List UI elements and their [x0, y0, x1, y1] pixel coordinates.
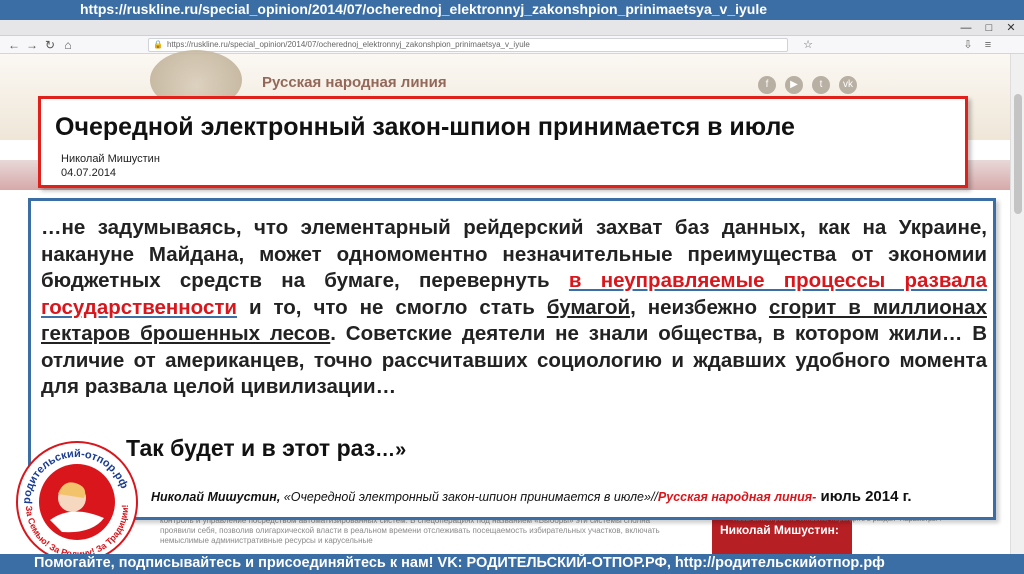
forward-icon[interactable]: → — [24, 37, 40, 53]
site-name[interactable]: Русская народная линия — [262, 74, 447, 91]
address-bar[interactable]: 🔒 https://ruskline.ru/special_opinion/201… — [148, 38, 788, 52]
scroll-thumb[interactable] — [1014, 94, 1022, 214]
downloads-icon[interactable]: ⇩ — [960, 37, 976, 53]
bookmark-star-icon[interactable]: ☆ — [800, 37, 816, 53]
quote-box: …не задумываясь, что элементарный рейдер… — [28, 198, 996, 520]
citation-source: «Очередной электронный закон-шпион прини… — [280, 490, 658, 504]
quote-last-text: Так будет и в этот раз — [126, 435, 376, 461]
bottom-banner: Помогайте, подписывайтесь и присоединяйт… — [0, 554, 1024, 574]
lock-icon: 🔒 — [153, 40, 163, 49]
youtube-icon[interactable]: ▶ — [785, 76, 803, 94]
article-date: 04.07.2014 — [61, 167, 117, 179]
quote-underline-1: бумагой — [546, 295, 631, 319]
article-author: Николай Мишустин — [61, 153, 160, 165]
quote-part-2: и то, что не смогло стать — [236, 295, 547, 319]
close-button[interactable]: ✕ — [1000, 20, 1022, 36]
roditelsky-otpor-logo: родительский-отпор.рф За Семью! За Родин… — [12, 434, 142, 564]
address-text: https://ruskline.ru/special_opinion/2014… — [166, 40, 530, 49]
citation-date: июль 2014 г. — [816, 488, 912, 505]
quote-text: …не задумываясь, что элементарный рейдер… — [41, 215, 987, 401]
article-title-box: Очередной электронный закон-шпион приним… — [38, 96, 968, 188]
quote-part-3: , неизбежно — [630, 295, 769, 319]
vk-icon[interactable]: vk — [839, 76, 857, 94]
article-title: Очередной электронный закон-шпион приним… — [55, 113, 795, 141]
logo-emblem-icon: родительский-отпор.рф За Семью! За Родин… — [16, 441, 138, 563]
quote-citation: Николай Мишустин, «Очередной электронный… — [151, 488, 912, 505]
facebook-icon[interactable]: f — [758, 76, 776, 94]
twitter-icon[interactable]: t — [812, 76, 830, 94]
back-icon[interactable]: ← — [6, 37, 22, 53]
quote-last-line: Так будет и в этот раз…» — [126, 435, 406, 462]
quote-last-tail: …» — [375, 439, 407, 461]
page-scrollbar[interactable] — [1010, 54, 1024, 574]
browser-tab-bar: — □ ✕ — [0, 20, 1024, 36]
menu-icon[interactable]: ≡ — [980, 37, 996, 53]
background-article-text: контроль и управление посредством автома… — [160, 516, 660, 545]
browser-nav-bar: ← → ↻ ⌂ 🔒 https://ruskline.ru/special_opi… — [0, 36, 1024, 54]
reload-icon[interactable]: ↻ — [42, 37, 58, 53]
maximize-button[interactable]: □ — [978, 20, 1000, 36]
minimize-button[interactable]: — — [955, 20, 977, 36]
top-url-banner-text: https://ruskline.ru/special_opinion/2014… — [80, 1, 768, 17]
bottom-banner-text[interactable]: Помогайте, подписывайтесь и присоединяйт… — [34, 555, 885, 571]
home-icon[interactable]: ⌂ — [60, 37, 76, 53]
citation-site: Русская народная линия- — [657, 490, 817, 504]
citation-author: Николай Мишустин, — [151, 490, 281, 504]
top-url-banner: https://ruskline.ru/special_opinion/2014… — [0, 0, 1024, 20]
